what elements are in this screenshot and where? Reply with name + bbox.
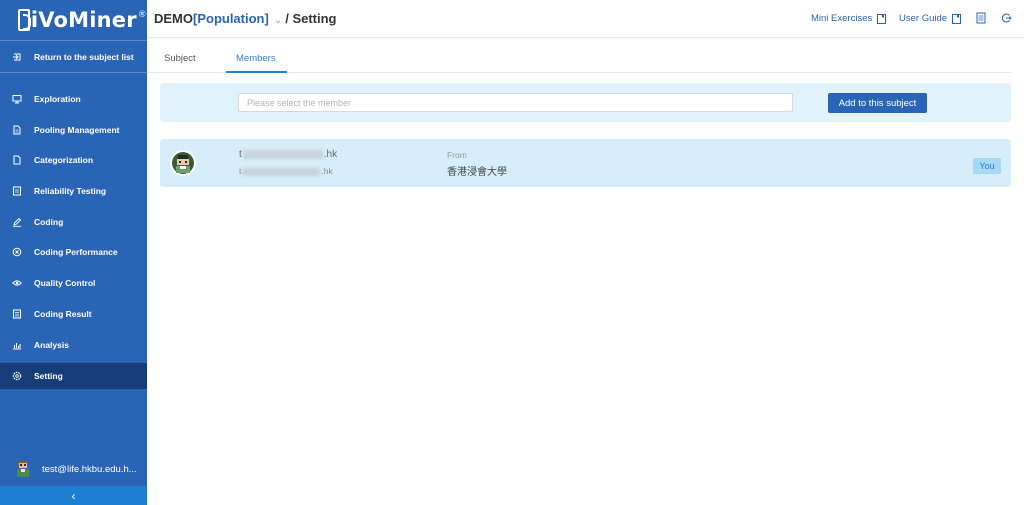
add-to-subject-button[interactable]: Add to this subject [828,93,927,113]
current-user[interactable]: test@life.hkbu.edu.h... [0,455,147,483]
top-header: DEMO[Population] ⌄ / Setting Mini Exercise… [147,0,1024,38]
sidebar-item-label: Coding Result [34,309,92,319]
tab-subject[interactable]: Subject [164,53,196,64]
user-guide-link[interactable]: User Guide [899,13,962,24]
you-badge: You [973,158,1001,174]
avatar [170,150,196,176]
member-email: t .hk [239,166,333,176]
sidebar-item-label: Pooling Management [34,125,120,135]
logo-registered-mark: ® [137,10,147,20]
nav-divider [0,40,147,41]
tab-members[interactable]: Members [236,53,276,64]
avatar [13,459,33,479]
user-guide-label: User Guide [899,13,948,24]
sidebar-item-label: Quality Control [34,278,96,288]
title-suffix: / Setting [285,11,337,26]
member-name-end: .hk [323,149,338,160]
sidebar-item-coding-result[interactable]: Coding Result [0,301,147,327]
bar-chart-icon [12,340,22,350]
sidebar-item-label: Coding Performance [34,247,118,257]
redacted-text [242,167,321,176]
pencil-icon [12,217,22,227]
sidebar-item-label: Exploration [34,94,81,104]
book-icon [877,13,887,24]
sidebar-item-label: Reliability Testing [34,186,107,196]
settings-tabs: Subject Members [147,46,1011,73]
sidebar-item-label: Coding [34,217,64,227]
sidebar-item-label: Setting [34,371,63,381]
member-email-start: t [239,166,242,176]
sidebar-item-reliability-testing[interactable]: Reliability Testing [0,178,147,204]
sidebar-item-exploration[interactable]: Exploration [0,86,147,112]
member-row: t .hk t .hk From 香港浸會大學 You [160,139,1011,187]
gear-icon [12,371,22,381]
member-email-end: .hk [321,166,333,176]
logo-d-mark [18,9,31,31]
active-tab-indicator [226,71,287,73]
logo-text: iVoMiner [30,8,137,32]
sidebar: iVoMiner ® Return to the subject list Ex… [0,0,147,505]
sidebar-item-categorization[interactable]: Categorization [0,147,147,173]
logout-icon[interactable] [1000,12,1012,24]
return-label: Return to the subject list [34,52,134,62]
document-icon [12,125,22,135]
circle-icon [12,247,22,257]
sidebar-item-setting[interactable]: Setting [0,363,147,389]
mini-exercises-label: Mini Exercises [811,13,873,24]
collapse-sidebar-button[interactable]: ‹ [0,486,147,505]
book-icon [952,13,962,24]
project-name[interactable]: [Population] [193,11,269,26]
redacted-text [242,149,323,159]
sidebar-item-pooling-management[interactable]: Pooling Management [0,117,147,143]
title-prefix: DEMO [154,11,193,26]
file-icon [12,155,22,165]
user-email: test@life.hkbu.edu.h... [42,463,137,475]
sidebar-item-quality-control[interactable]: Quality Control [0,270,147,296]
return-to-subject-list-button[interactable]: Return to the subject list [0,44,147,70]
chevron-down-icon[interactable]: ⌄ [274,15,282,26]
sidebar-item-coding[interactable]: Coding [0,209,147,235]
notes-icon[interactable] [975,12,987,24]
return-icon [12,52,22,62]
eye-icon [12,278,22,288]
member-name: t .hk [239,149,337,160]
monitor-icon [12,94,22,104]
member-name-start: t [239,149,242,160]
sidebar-item-coding-performance[interactable]: Coding Performance [0,239,147,265]
add-member-bar: Add to this subject [160,83,1011,122]
sidebar-item-analysis[interactable]: Analysis [0,332,147,358]
sidebar-item-label: Analysis [34,340,69,350]
mini-exercises-link[interactable]: Mini Exercises [811,13,887,24]
from-value: 香港浸會大學 [447,167,507,178]
app-logo[interactable]: iVoMiner ® [0,0,147,40]
list-icon [12,309,22,319]
nav-divider [0,72,147,73]
from-label: From [447,150,467,160]
checklist-icon [12,186,22,196]
member-select-input[interactable] [238,93,793,112]
sidebar-item-label: Categorization [34,155,94,165]
chevron-left-icon: ‹ [71,488,76,503]
page-title: DEMO[Population] ⌄ / Setting [154,11,337,26]
